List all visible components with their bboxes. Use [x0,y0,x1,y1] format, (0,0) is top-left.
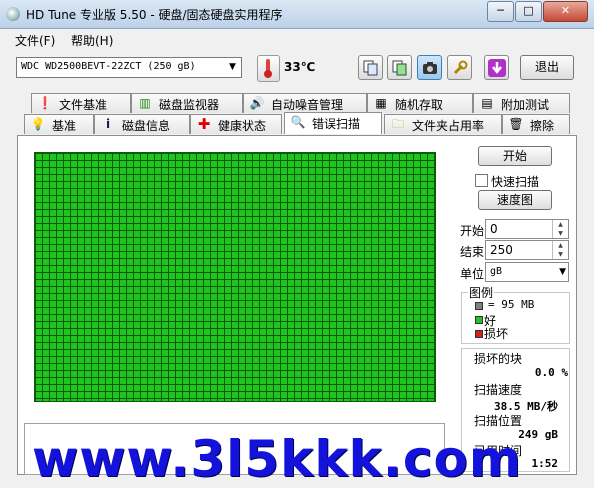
start-scan-button[interactable]: 开始 [478,146,552,166]
toolbar: WDC WD2500BEVT-22ZCT (250 gB) ▼ 33℃ 退出 [0,50,594,86]
minimize-button[interactable]: ─ [487,1,514,22]
tab-random-access[interactable]: ▦ 随机存取 [367,93,473,113]
window-title: HD Tune 专业版 5.50 - 硬盘/固态硬盘实用程序 [26,8,283,22]
drive-select-value: WDC WD2500BEVT-22ZCT (250 gB) [21,61,196,72]
magnifier-icon: 🔍 [290,115,306,129]
save-down-icon [487,59,506,77]
exit-button[interactable]: 退出 [520,55,574,80]
health-cross-icon: ✚ [197,115,211,133]
copy-info-icon [363,60,377,76]
start-label: 开始 [460,224,485,238]
options-button[interactable] [447,55,472,80]
legend-bad-swatch [475,330,483,338]
tab-folder-usage[interactable]: 🗀 文件夹占用率 [384,114,502,134]
chevron-down-icon: ▼ [229,62,236,72]
close-button[interactable]: ✕ [543,1,588,22]
legend-good-swatch [475,316,483,324]
tab-erase[interactable]: 🗑 擦除 [502,114,570,134]
scan-position-value: 249 gB [518,428,558,441]
tab-error-scan[interactable]: 🔍 错误扫描 [284,112,382,134]
scan-position-label: 扫描位置 [474,414,523,428]
drive-select[interactable]: WDC WD2500BEVT-22ZCT (250 gB) ▼ [16,57,242,78]
watermark-text: www.3l5kkk.com [32,430,522,488]
thermometer-icon [257,55,280,82]
scan-speed-value: 38.5 MB/秒 [494,400,558,413]
menu-file[interactable]: 文件(F) [15,32,55,49]
title-bar: HD Tune 专业版 5.50 - 硬盘/固态硬盘实用程序 ─ □ ✕ [0,0,594,29]
unit-select[interactable]: gB ▼ [485,262,569,282]
spinner-arrows-icon[interactable]: ▲ ▼ [552,220,568,238]
start-value: 0 [490,222,498,236]
speed-map-button[interactable]: 速度图 [478,190,552,210]
legend-block-size: = 95 MB [488,298,535,311]
extra-tests-icon: ▤ [481,96,493,110]
quick-scan-label: 快速扫描 [491,175,540,189]
info-icon: i [105,117,111,131]
tab-disk-monitor[interactable]: ▥ 磁盘监视器 [131,93,243,113]
legend-title: 图例 [468,284,495,301]
quick-scan-checkbox[interactable] [475,174,488,187]
damaged-blocks-value: 0.0 % [534,366,568,379]
disk-monitor-icon: ▥ [139,96,151,110]
options-icon [453,60,467,75]
end-value: 250 [490,243,513,257]
folder-icon: 🗀 [391,117,404,131]
tab-benchmark[interactable]: 💡 基准 [24,114,94,134]
copy-screen-icon [392,60,406,76]
copy-info-button[interactable] [358,55,383,80]
tab-noise-management[interactable]: 🔊 自动噪音管理 [243,93,367,113]
save-button[interactable] [484,55,509,80]
tab-file-benchmark[interactable]: ❗ 文件基准 [31,93,131,113]
random-access-icon: ▦ [375,96,387,110]
end-label: 结束 [460,245,485,259]
screenshot-camera-icon [422,62,437,74]
menu-bar: 文件(F) 帮助(H) [0,29,594,49]
app-icon [6,7,20,21]
damaged-blocks-label: 损坏的块 [474,352,523,366]
trash-icon: 🗑 [508,117,524,131]
screenshot-button[interactable] [417,55,442,80]
bulb-icon: 💡 [30,117,46,131]
spinner-arrows-icon[interactable]: ▲ ▼ [552,241,568,259]
unit-value: gB [490,266,503,277]
speaker-icon: 🔊 [249,96,265,110]
tab-disk-info[interactable]: i 磁盘信息 [94,114,190,134]
copy-screen-button[interactable] [387,55,412,80]
unit-label: 单位 [460,267,485,281]
end-spinner[interactable]: 250 ▲ ▼ [485,240,569,260]
scan-speed-label: 扫描速度 [474,383,523,397]
legend-bad-label: 损坏 [484,327,509,341]
file-benchmark-icon: ❗ [37,96,53,110]
start-spinner[interactable]: 0 ▲ ▼ [485,219,569,239]
chevron-down-icon: ▼ [559,267,566,277]
temperature-value: 33℃ [284,60,316,74]
menu-help[interactable]: 帮助(H) [71,32,113,49]
tab-health[interactable]: ✚ 健康状态 [190,114,282,134]
tab-extra-tests[interactable]: ▤ 附加测试 [473,93,570,113]
legend-block-swatch [475,302,483,310]
scan-block-map [34,152,436,402]
maximize-button[interactable]: □ [515,1,542,22]
elapsed-time-value: 1:52 [531,457,559,470]
